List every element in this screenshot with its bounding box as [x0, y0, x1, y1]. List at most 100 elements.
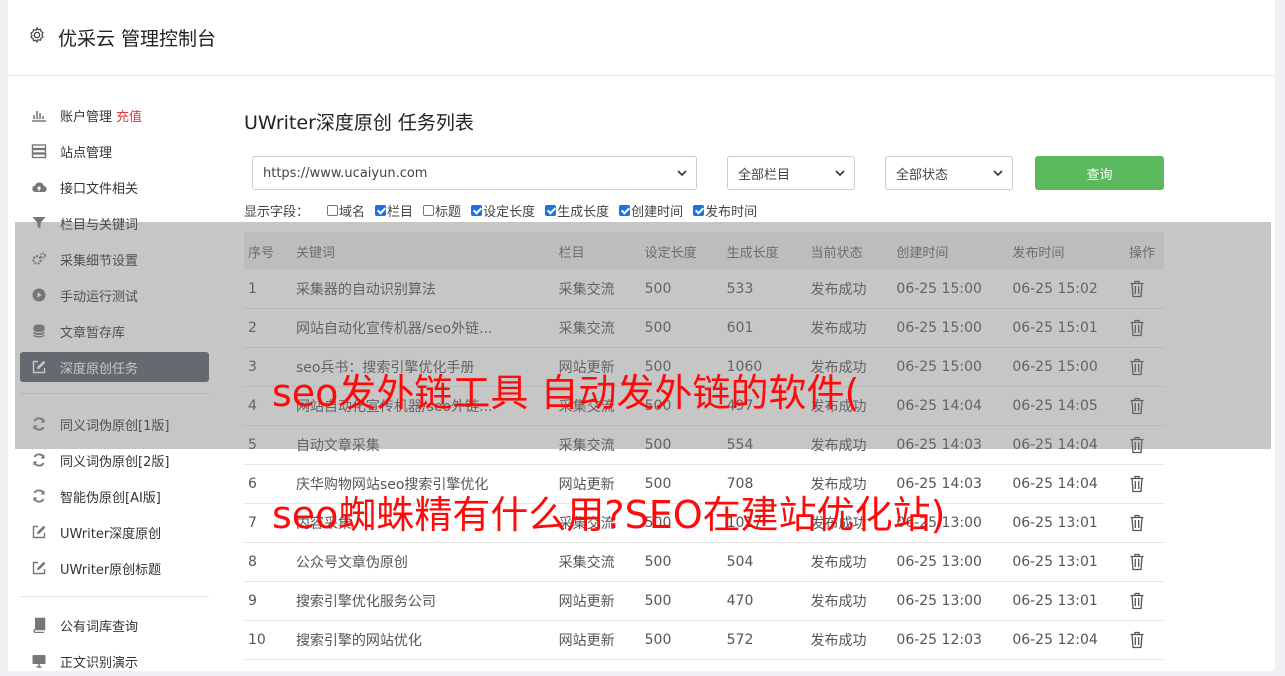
field-checkbox[interactable]: 设定长度	[471, 201, 535, 220]
field-checkbox[interactable]: 标题	[423, 201, 461, 220]
action-cell	[1125, 581, 1164, 621]
sidebar-item[interactable]: UWriter原创标题	[20, 553, 209, 583]
sidebar-item-label: 接口文件相关	[60, 181, 139, 197]
recharge-link[interactable]: 充值	[116, 106, 142, 125]
chevron-down-icon	[677, 170, 687, 177]
field-checkbox[interactable]: 栏目	[375, 201, 413, 220]
table-cell: 500	[640, 581, 723, 621]
edit-icon	[30, 523, 48, 541]
page-title: UWriter深度原创 任务列表	[244, 112, 474, 134]
checkbox-checked[interactable]	[375, 204, 387, 216]
sidebar-item[interactable]: 智能伪原创[AI版]	[20, 481, 209, 511]
watermark-line-1: seo发外链工具 自动发外链的软件(	[272, 371, 860, 415]
checkbox-unchecked[interactable]	[423, 204, 435, 216]
trash-icon[interactable]	[1129, 475, 1145, 493]
edit-icon	[30, 559, 48, 577]
field-checkbox-label: 发布时间	[705, 204, 758, 220]
field-checkbox[interactable]: 生成长度	[545, 201, 609, 220]
table-cell: 采集交流	[554, 542, 641, 582]
table-cell: 搜索引擎的网站优化	[291, 620, 555, 660]
table-cell: 搜索引擎优化服务公司	[291, 581, 555, 621]
status-select-value: 全部状态	[896, 167, 949, 183]
monitor-icon	[30, 652, 48, 670]
table-cell: 9	[244, 581, 292, 621]
site-select[interactable]: https://www.ucaiyun.com	[252, 156, 697, 190]
table-cell: 06-25 13:01	[1008, 503, 1126, 543]
table-cell: 10	[244, 620, 292, 660]
app-title: 优采云 管理控制台	[58, 28, 217, 50]
sidebar-item[interactable]: UWriter深度原创	[20, 517, 209, 547]
chevron-down-icon	[993, 170, 1003, 177]
checkbox-checked[interactable]	[619, 204, 631, 216]
table-cell: 06-25 14:04	[1008, 464, 1126, 504]
cloud-upload-icon	[30, 178, 48, 196]
server-icon	[30, 142, 48, 160]
column-select-value: 全部栏目	[738, 167, 791, 183]
action-cell	[1125, 620, 1164, 660]
site-select-value: https://www.ucaiyun.com	[263, 165, 428, 181]
table-cell: 470	[722, 581, 807, 621]
chevron-down-icon	[835, 170, 845, 177]
display-fields: 显示字段： 域名 栏目 标题 设定长度 生成长度 创建时间 发布时间	[244, 201, 767, 220]
table-cell: 06-25 13:01	[1008, 581, 1126, 621]
sidebar-item-label: 公有词库查询	[60, 619, 139, 635]
sidebar-item-label: UWriter深度原创	[60, 526, 162, 542]
trash-icon[interactable]	[1129, 631, 1145, 649]
sidebar-item-label: 账户管理	[60, 109, 113, 125]
sidebar-divider	[20, 596, 209, 597]
table-cell: 500	[640, 620, 723, 660]
action-cell	[1125, 503, 1164, 543]
field-checkbox[interactable]: 创建时间	[619, 201, 683, 220]
top-bar: 优采云 管理控制台	[8, 0, 1275, 76]
action-cell	[1125, 542, 1164, 582]
trash-icon[interactable]	[1129, 553, 1145, 571]
sidebar-item-label: 同义词伪原创[2版]	[60, 454, 170, 470]
status-select[interactable]: 全部状态	[885, 156, 1013, 190]
table-cell: 06-25 12:03	[892, 620, 1009, 660]
sidebar-item-label: UWriter原创标题	[60, 562, 162, 578]
table-cell: 572	[722, 620, 807, 660]
table-cell: 06-25 13:01	[1008, 542, 1126, 582]
trash-icon[interactable]	[1129, 592, 1145, 610]
table-cell: 网站更新	[554, 581, 641, 621]
fields-label: 显示字段：	[244, 204, 310, 220]
field-checkbox-label: 栏目	[387, 204, 414, 220]
field-checkbox[interactable]: 发布时间	[693, 201, 757, 220]
column-select[interactable]: 全部栏目	[727, 156, 855, 190]
checkbox-unchecked[interactable]	[327, 204, 339, 216]
bar-chart-icon	[30, 106, 48, 124]
table-row: 9 搜索引擎优化服务公司 网站更新 500 470 发布成功 06-25 13:00 06-2…	[244, 581, 1164, 621]
field-checkbox-label: 标题	[435, 204, 462, 220]
field-checkbox-label: 域名	[339, 204, 366, 220]
table-row: 8 公众号文章伪原创 采集交流 500 504 发布成功 06-25 13:00 06-25 …	[244, 542, 1164, 582]
table-cell: 发布成功	[806, 620, 893, 660]
sidebar-item[interactable]: 同义词伪原创[2版]	[20, 445, 209, 475]
field-checkbox-label: 创建时间	[631, 204, 684, 220]
field-checkbox-label: 生成长度	[557, 204, 610, 220]
sidebar-item-label: 智能伪原创[AI版]	[60, 490, 161, 506]
table-cell: 网站更新	[554, 620, 641, 660]
checkbox-checked[interactable]	[545, 204, 557, 216]
book-icon	[30, 616, 48, 634]
table-cell: 06-25 13:00	[892, 581, 1009, 621]
checkbox-checked[interactable]	[693, 204, 705, 216]
table-cell: 公众号文章伪原创	[291, 542, 555, 582]
table-cell: 06-25 13:00	[892, 542, 1009, 582]
sidebar-item[interactable]: 账户管理 充值	[20, 100, 209, 130]
checkbox-checked[interactable]	[471, 204, 483, 216]
sidebar-item[interactable]: 站点管理	[20, 136, 209, 166]
table-cell: 504	[722, 542, 807, 582]
table-cell: 06-25 12:04	[1008, 620, 1126, 660]
sidebar-item[interactable]: 公有词库查询	[20, 610, 209, 640]
trash-icon[interactable]	[1129, 514, 1145, 532]
sidebar-item[interactable]: 接口文件相关	[20, 172, 209, 202]
field-checkbox[interactable]: 域名	[327, 201, 365, 220]
sidebar-item[interactable]: 正文识别演示	[20, 646, 209, 676]
refresh-icon	[30, 487, 48, 505]
query-button[interactable]: 查询	[1035, 156, 1164, 190]
table-cell: 8	[244, 542, 292, 582]
field-checkbox-label: 设定长度	[483, 204, 536, 220]
gear-icon	[30, 26, 44, 44]
watermark-line-2: seo蜘蛛精有什么用?SEO在建站优化站)	[272, 493, 946, 537]
refresh-icon	[30, 451, 48, 469]
